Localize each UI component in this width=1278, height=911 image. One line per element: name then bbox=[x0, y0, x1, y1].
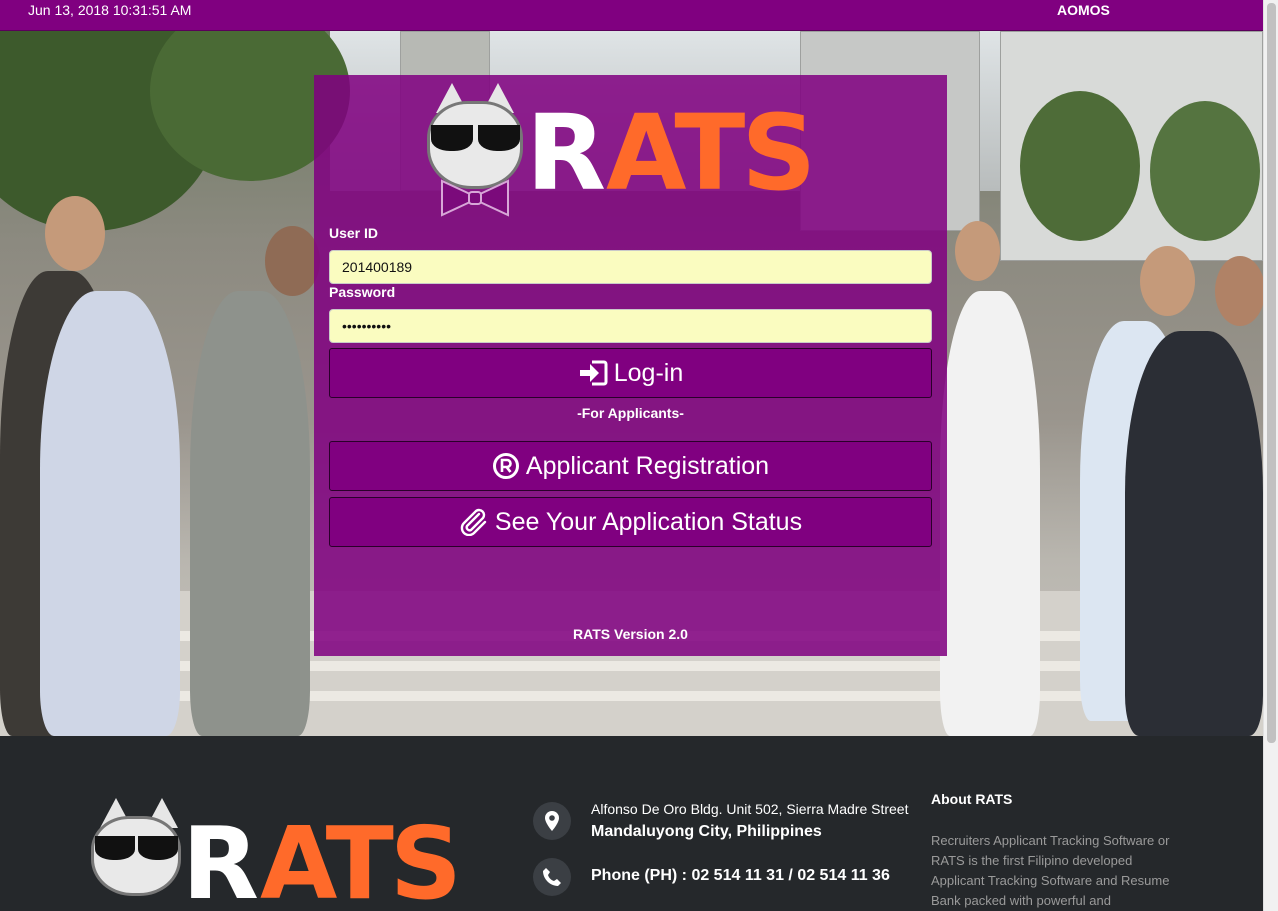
footer-rats-logo: R ATS bbox=[88, 796, 488, 911]
application-status-label: See Your Application Status bbox=[494, 507, 803, 536]
rats-logo: R ATS bbox=[424, 81, 844, 221]
footer: R ATS Alfonso De Oro Bldg. Unit 502, Sie… bbox=[0, 736, 1263, 911]
username-label: AOMOS bbox=[1057, 2, 1110, 18]
sunglasses-icon bbox=[431, 125, 473, 151]
paperclip-icon bbox=[460, 508, 487, 536]
sunglasses-icon bbox=[95, 836, 135, 860]
pedestrian-head bbox=[1215, 256, 1263, 326]
password-input[interactable] bbox=[329, 309, 932, 343]
pedestrian bbox=[190, 291, 310, 736]
login-button-label: Log-in bbox=[613, 358, 684, 387]
logo-letter-r: R bbox=[182, 805, 259, 911]
logo-letters-ats: ATS bbox=[260, 805, 462, 911]
current-datetime: Jun 13, 2018 10:31:51 AM bbox=[28, 2, 192, 18]
userid-label: User ID bbox=[329, 225, 379, 241]
pedestrian-head bbox=[955, 221, 1000, 281]
tree bbox=[1150, 101, 1260, 241]
tree bbox=[1020, 91, 1140, 241]
pedestrian-head bbox=[265, 226, 320, 296]
registered-icon bbox=[492, 453, 519, 479]
application-status-button[interactable]: See Your Application Status bbox=[329, 497, 932, 547]
logo-letters-ats: ATS bbox=[606, 92, 816, 214]
pedestrian bbox=[940, 291, 1040, 736]
address-line2: Mandaluyong City, Philippines bbox=[591, 823, 822, 840]
pedestrian bbox=[1125, 331, 1263, 736]
pedestrian-head bbox=[45, 196, 105, 271]
address-line1: Alfonso De Oro Bldg. Unit 502, Sierra Ma… bbox=[591, 801, 909, 817]
sunglasses-icon bbox=[138, 836, 178, 860]
top-bar: Jun 13, 2018 10:31:51 AM AOMOS bbox=[0, 0, 1263, 31]
for-applicants-label: -For Applicants- bbox=[577, 405, 684, 421]
page-scrollbar[interactable] bbox=[1263, 0, 1278, 911]
applicant-registration-label: Applicant Registration bbox=[525, 451, 770, 480]
sunglasses-icon bbox=[478, 125, 520, 151]
phone-number: Phone (PH) : 02 514 11 31 / 02 514 11 36 bbox=[591, 867, 890, 884]
about-text: Recruiters Applicant Tracking Software o… bbox=[931, 833, 1170, 908]
bowtie-icon bbox=[441, 179, 509, 217]
phone-icon bbox=[533, 858, 571, 896]
applicant-registration-button[interactable]: Applicant Registration bbox=[329, 441, 932, 491]
about-title: About RATS bbox=[931, 791, 1013, 807]
password-label: Password bbox=[329, 284, 396, 300]
logo-letter-r: R bbox=[526, 92, 606, 214]
login-panel: R ATS User ID Password Log-in -For Appli… bbox=[314, 75, 947, 656]
scrollbar-thumb[interactable] bbox=[1267, 3, 1276, 743]
userid-input[interactable] bbox=[329, 250, 932, 284]
version-label: RATS Version 2.0 bbox=[573, 626, 688, 642]
pedestrian-head bbox=[1140, 246, 1195, 316]
map-marker-icon bbox=[533, 802, 571, 840]
sign-in-icon bbox=[579, 360, 608, 386]
pedestrian bbox=[40, 291, 180, 736]
login-button[interactable]: Log-in bbox=[329, 348, 932, 398]
